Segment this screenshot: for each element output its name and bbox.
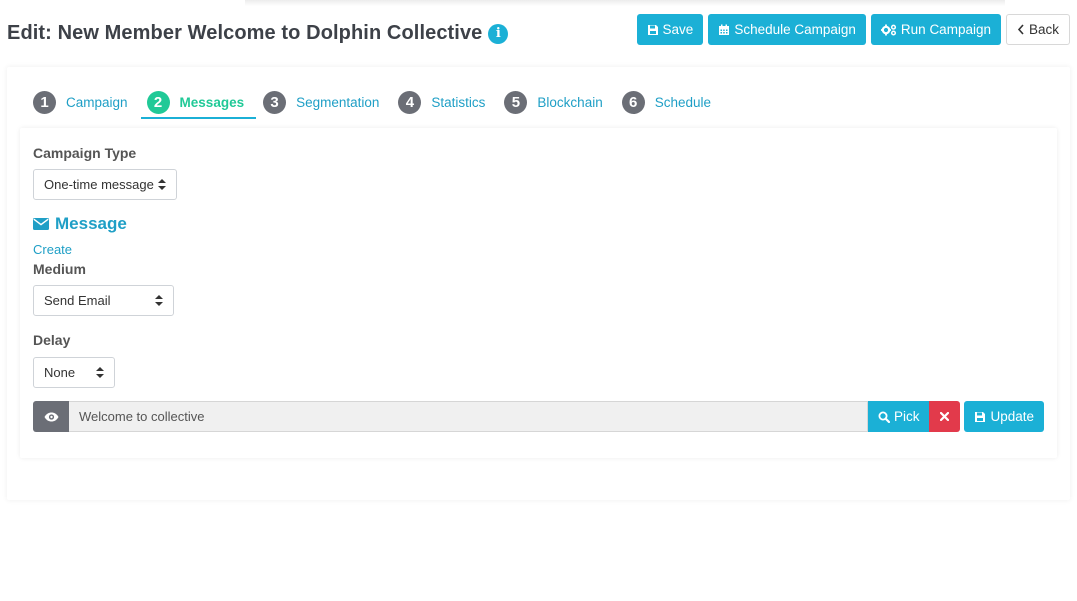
top-shadow xyxy=(245,0,1005,6)
step-number: 3 xyxy=(263,90,287,114)
medium-select[interactable]: Send Email xyxy=(33,285,174,316)
campaign-card: 1 Campaign 2 Messages 3 Segmentation 4 S… xyxy=(7,67,1070,500)
save-button-label: Save xyxy=(662,22,694,37)
remove-message-button[interactable] xyxy=(929,401,961,432)
tab-schedule[interactable]: 6 Schedule xyxy=(616,87,723,119)
step-number: 4 xyxy=(398,90,422,114)
tab-label: Schedule xyxy=(654,94,712,110)
preview-button[interactable] xyxy=(33,401,69,432)
update-button-label: Update xyxy=(990,409,1034,424)
save-button[interactable]: Save xyxy=(636,14,704,45)
chevron-left-icon xyxy=(1017,24,1024,35)
tab-label: Messages xyxy=(179,94,245,110)
eye-icon xyxy=(44,412,58,421)
tab-label: Statistics xyxy=(431,94,486,110)
floppy-disk-icon xyxy=(975,411,986,422)
medium-value: Send Email xyxy=(44,293,111,308)
selected-message-field: Welcome to collective xyxy=(69,401,868,432)
floppy-disk-icon xyxy=(647,24,658,35)
tab-statistics[interactable]: 4 Statistics xyxy=(392,87,497,119)
close-icon xyxy=(940,412,950,421)
step-number: 1 xyxy=(33,90,56,114)
message-heading-text: Message xyxy=(55,214,127,233)
message-picker-row: Welcome to collective Pick Update xyxy=(33,401,1044,432)
tab-segmentation[interactable]: 3 Segmentation xyxy=(257,87,391,119)
delay-select[interactable]: None xyxy=(33,357,115,388)
search-icon xyxy=(878,411,890,423)
delay-label: Delay xyxy=(33,332,71,348)
tab-messages[interactable]: 2 Messages xyxy=(140,87,257,119)
tab-blockchain[interactable]: 5 Blockchain xyxy=(498,87,614,119)
medium-label: Medium xyxy=(33,261,86,277)
back-button[interactable]: Back xyxy=(1005,14,1070,45)
page-header: Edit: New Member Welcome to Dolphin Coll… xyxy=(7,14,1070,54)
schedule-campaign-label: Schedule Campaign xyxy=(734,22,856,37)
campaign-type-select[interactable]: One-time message xyxy=(33,169,177,200)
wizard-tabs: 1 Campaign 2 Messages 3 Segmentation 4 S… xyxy=(27,87,724,119)
run-campaign-label: Run Campaign xyxy=(900,22,991,37)
envelope-icon xyxy=(33,218,49,230)
calendar-icon xyxy=(719,24,730,35)
create-message-link[interactable]: Create xyxy=(33,242,72,257)
selected-message-value: Welcome to collective xyxy=(79,409,205,424)
campaign-type-label: Campaign Type xyxy=(33,145,137,161)
pick-message-button[interactable]: Pick xyxy=(867,401,930,432)
run-campaign-button[interactable]: Run Campaign xyxy=(870,14,1001,45)
delay-value: None xyxy=(44,365,76,380)
page-title: Edit: New Member Welcome to Dolphin Coll… xyxy=(7,22,509,45)
info-icon[interactable]: i xyxy=(488,23,509,44)
message-section-heading: Message xyxy=(33,214,127,234)
sort-caret-icon xyxy=(155,295,163,306)
step-number: 5 xyxy=(504,90,528,114)
sort-caret-icon xyxy=(96,367,104,378)
schedule-campaign-button[interactable]: Schedule Campaign xyxy=(708,14,866,45)
gears-icon xyxy=(880,24,896,36)
step-number: 2 xyxy=(146,90,170,114)
sort-caret-icon xyxy=(158,179,166,190)
tab-label: Campaign xyxy=(66,94,128,110)
pick-button-label: Pick xyxy=(893,409,920,424)
update-message-button[interactable]: Update xyxy=(964,401,1044,432)
step-number: 6 xyxy=(621,90,645,114)
back-button-label: Back xyxy=(1028,22,1059,37)
page-title-text: Edit: New Member Welcome to Dolphin Coll… xyxy=(7,22,483,44)
tab-campaign[interactable]: 1 Campaign xyxy=(27,87,140,119)
messages-panel: Campaign Type One-time message Message C… xyxy=(20,128,1057,458)
campaign-type-value: One-time message xyxy=(44,177,154,192)
header-actions: Save Schedule Campaign Run Campaign Back xyxy=(636,14,1070,45)
tab-label: Segmentation xyxy=(296,94,380,110)
tab-label: Blockchain xyxy=(537,94,603,110)
